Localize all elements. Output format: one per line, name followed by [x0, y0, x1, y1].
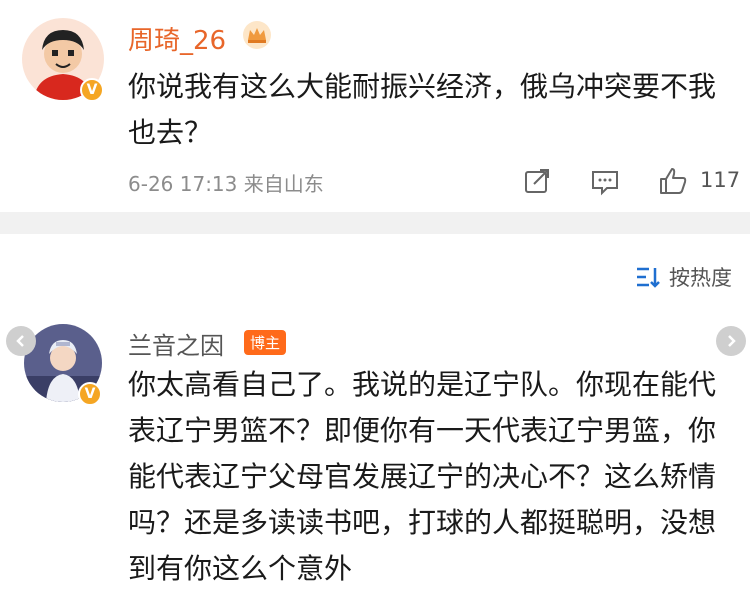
section-divider	[0, 212, 750, 234]
sort-icon	[637, 267, 660, 288]
like-icon[interactable]	[658, 166, 688, 196]
comment-text: 你太高看自己了。我说的是辽宁队。你现在能代表辽宁男篮不？即便你有一天代表辽宁男篮…	[128, 368, 717, 585]
verified-badge: V	[80, 78, 104, 102]
left-arrow-icon	[16, 335, 24, 347]
comment-username[interactable]: 兰音之因	[128, 326, 224, 361]
post-username[interactable]: 周琦_26	[128, 20, 226, 57]
comment-icon[interactable]	[590, 166, 620, 196]
sort-label: 按热度	[669, 266, 732, 290]
post-text: 你说我有这么大能耐振兴经济，俄乌冲突要不我也去？	[128, 70, 717, 149]
post-meta: 6-26 17:13 来自山东	[128, 172, 324, 196]
blogger-badge: 博主	[244, 330, 287, 355]
verified-badge: V	[78, 382, 102, 406]
right-arrow-button[interactable]	[716, 326, 746, 356]
share-icon[interactable]	[522, 166, 552, 196]
like-count: 117	[700, 168, 741, 192]
right-arrow-icon	[728, 335, 736, 347]
sort-toggle[interactable]: 按热度	[635, 262, 732, 292]
crown-icon	[243, 21, 271, 49]
comment-item: V 兰音之因 博主 你太高看自己了。我说的是辽宁队。你现在能代表辽宁男篮不？即便…	[0, 310, 750, 592]
left-arrow-button[interactable]	[6, 326, 36, 356]
original-post: V 周琦_26 你说我有这么大能耐振兴经济，俄乌冲突要不我也去？ 6-26 17…	[0, 0, 750, 212]
